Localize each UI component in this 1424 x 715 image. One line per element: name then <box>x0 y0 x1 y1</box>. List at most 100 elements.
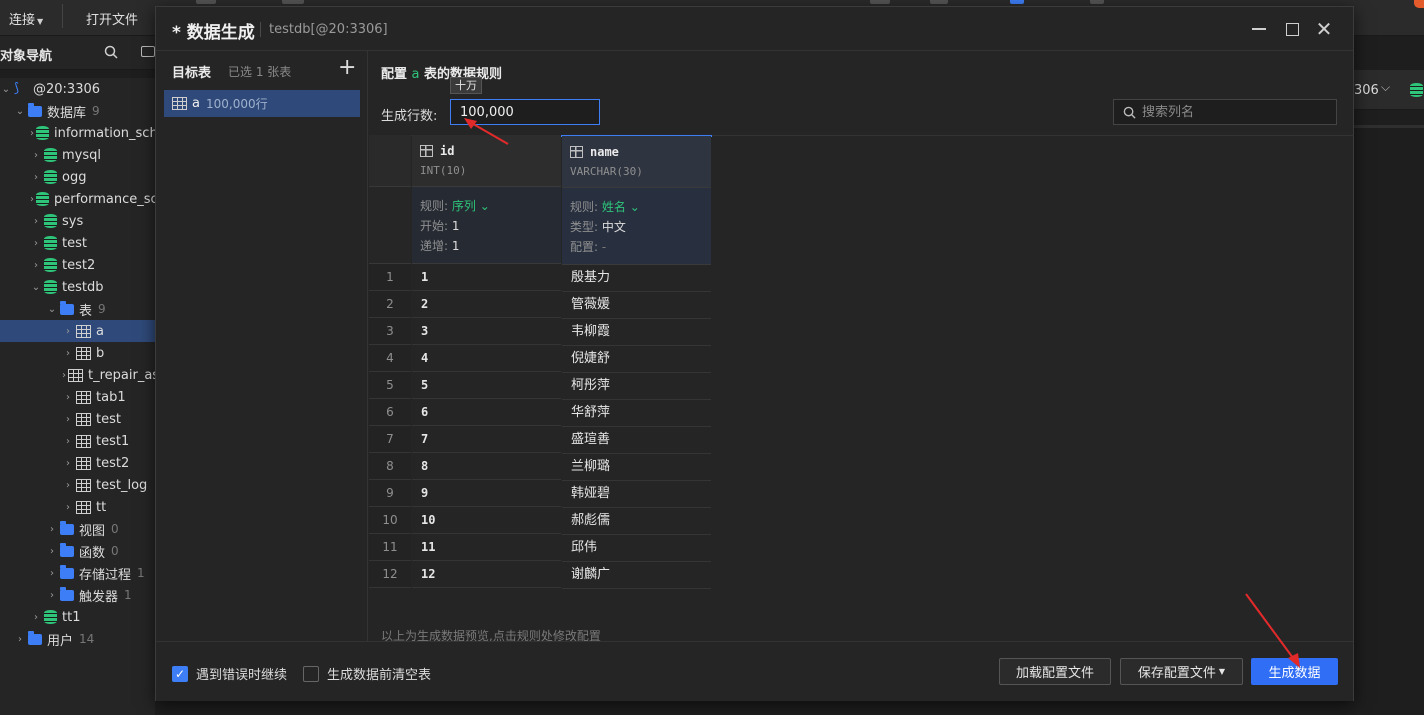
chevron-down-icon[interactable]: ⌄ <box>0 84 12 95</box>
chevron-right-icon[interactable]: › <box>30 260 42 271</box>
chevron-right-icon[interactable]: › <box>62 502 74 513</box>
save-config-button[interactable]: 保存配置文件 ▼ <box>1120 658 1243 685</box>
chevron-right-icon[interactable]: › <box>30 150 42 161</box>
rule-dropdown[interactable]: 序列 ⌄ <box>452 199 490 213</box>
tree-item[interactable]: › test2 <box>0 254 155 276</box>
minimize-button[interactable] <box>1249 19 1269 39</box>
tree-item[interactable]: › 函数 0 <box>0 540 155 562</box>
chevron-right-icon[interactable]: › <box>62 436 74 447</box>
chevron-right-icon[interactable]: › <box>46 524 58 535</box>
tree-item[interactable]: › a <box>0 320 155 342</box>
open-file-button[interactable]: 打开文件 <box>86 9 138 28</box>
connect-button[interactable]: 连接 ▼ <box>9 9 43 28</box>
tree-item[interactable]: › b <box>0 342 155 364</box>
tree-item[interactable]: › tab1 <box>0 386 155 408</box>
tree-item[interactable]: › test <box>0 232 155 254</box>
tree-item[interactable]: › performance_schema <box>0 188 155 210</box>
maximize-button[interactable] <box>1282 19 1302 39</box>
column-header[interactable]: id INT(10) <box>412 135 561 187</box>
add-table-button[interactable]: + <box>338 55 356 81</box>
tree-item[interactable]: › 视图 0 <box>0 518 155 540</box>
chevron-down-icon[interactable]: ⌵ <box>1381 80 1390 95</box>
toolbar-icon[interactable] <box>930 0 948 4</box>
tree-item[interactable]: › 用户 14 <box>0 628 155 650</box>
rule-dropdown[interactable]: 姓名 ⌄ <box>602 200 640 214</box>
chevron-right-icon[interactable]: › <box>62 480 74 491</box>
tree-item[interactable]: › test <box>0 408 155 430</box>
chevron-down-icon[interactable]: ⌄ <box>14 106 26 117</box>
chevron-right-icon[interactable]: › <box>30 172 42 183</box>
toolbar-icon[interactable] <box>1090 0 1104 4</box>
tree-item-label: a <box>96 323 104 339</box>
chevron-right-icon[interactable]: › <box>14 634 26 645</box>
checkbox-checked-icon: ✓ <box>172 665 188 682</box>
tree-item[interactable]: › sys <box>0 210 155 232</box>
load-config-button[interactable]: 加载配置文件 <box>999 658 1111 685</box>
dialog-titlebar: * 数据生成 testdb[@20:3306] ✕ <box>156 7 1353 51</box>
rows-label: 生成行数: <box>381 109 438 124</box>
chevron-right-icon[interactable]: › <box>62 326 74 337</box>
target-table-item[interactable]: a 100,000行 <box>164 90 360 117</box>
tree-item[interactable]: › ogg <box>0 166 155 188</box>
database-icon <box>44 258 57 272</box>
chevron-right-icon[interactable]: › <box>30 238 42 249</box>
tree-item[interactable]: ⌄ testdb <box>0 276 155 298</box>
tree-item-label: information_schema <box>54 125 155 141</box>
row-number: 6 <box>369 399 411 426</box>
tree-item[interactable]: ⌄ ⟆ @20:3306 <box>0 78 155 100</box>
chevron-right-icon[interactable]: › <box>30 612 42 623</box>
tree-item-count: 0 <box>111 544 119 558</box>
continue-on-error-checkbox[interactable]: ✓ 遇到错误时继续 <box>172 664 287 683</box>
tree-item[interactable]: ⌄ 表 9 <box>0 298 155 320</box>
tree-item[interactable]: › t_repair_assist <box>0 364 155 386</box>
chevron-down-icon[interactable]: ⌄ <box>30 282 42 293</box>
column-search-input[interactable] <box>1142 100 1332 124</box>
column-rule[interactable]: 规则: 姓名 ⌄ 类型: 中文 配置: - <box>562 188 711 265</box>
toolbar-icon[interactable] <box>870 0 890 4</box>
chevron-right-icon[interactable]: › <box>62 458 74 469</box>
chevron-right-icon[interactable]: › <box>30 194 34 205</box>
tree-item[interactable]: › information_schema <box>0 122 155 144</box>
close-button[interactable]: ✕ <box>1314 17 1334 41</box>
chevron-right-icon[interactable]: › <box>46 546 58 557</box>
chevron-right-icon[interactable]: › <box>30 216 42 227</box>
column-search[interactable] <box>1113 99 1337 125</box>
toolbar-icon[interactable] <box>282 0 304 4</box>
chevron-right-icon[interactable]: › <box>46 590 58 601</box>
folder-icon[interactable] <box>141 46 155 57</box>
object-tree: ⌄⟆@20:3306⌄数据库9 › information_schema ›mysql… <box>0 78 155 715</box>
chevron-right-icon[interactable]: › <box>30 128 34 139</box>
tree-item[interactable]: › test2 <box>0 452 155 474</box>
generate-button[interactable]: 生成数据 <box>1251 658 1338 685</box>
chevron-right-icon[interactable]: › <box>62 414 74 425</box>
table-icon <box>76 346 91 360</box>
chevron-right-icon[interactable]: › <box>62 392 74 403</box>
toolbar-icon[interactable] <box>1010 0 1024 4</box>
column-rule[interactable]: 规则: 序列 ⌄ 开始: 1 递增: 1 <box>412 187 561 264</box>
tree-item[interactable]: › tt <box>0 496 155 518</box>
tree-item[interactable]: › test1 <box>0 430 155 452</box>
table-cell: 9 <box>412 480 561 507</box>
connection-port-label[interactable]: 306 <box>1354 83 1379 98</box>
chevron-right-icon[interactable]: › <box>62 348 74 359</box>
table-cell: 华舒萍 <box>562 400 711 427</box>
chevron-down-icon[interactable]: ⌄ <box>46 304 58 315</box>
tree-item[interactable]: ⌄ 数据库 9 <box>0 100 155 122</box>
continue-on-error-label: 遇到错误时继续 <box>196 668 288 683</box>
column-header[interactable]: name VARCHAR(30) <box>562 136 711 188</box>
column-type: VARCHAR(30) <box>570 165 643 178</box>
grid-rule-corner <box>369 187 411 264</box>
tree-item[interactable]: › 存储过程 1 <box>0 562 155 584</box>
truncate-before-checkbox[interactable]: 生成数据前清空表 <box>303 664 431 683</box>
chevron-right-icon[interactable]: › <box>46 568 58 579</box>
tree-item[interactable]: › tt1 <box>0 606 155 628</box>
tree-item[interactable]: › test_log <box>0 474 155 496</box>
search-icon[interactable] <box>104 45 118 59</box>
chevron-right-icon[interactable]: › <box>62 370 66 381</box>
rows-input[interactable] <box>450 99 600 125</box>
table-icon <box>76 500 91 514</box>
tree-item[interactable]: › mysql <box>0 144 155 166</box>
tree-item[interactable]: › 触发器 1 <box>0 584 155 606</box>
database-icon <box>36 192 49 206</box>
toolbar-icon[interactable] <box>196 0 216 4</box>
